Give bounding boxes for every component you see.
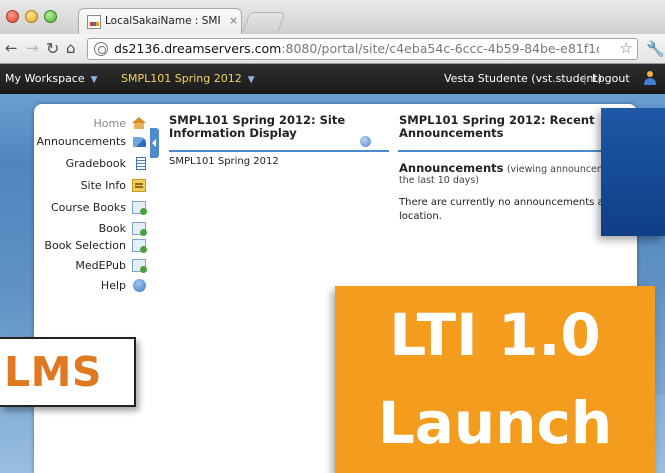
tool-item-medepub[interactable]: MedEPub (34, 258, 149, 276)
address-bar[interactable]: ds2136.dreamservers.com:8080/portal/site… (87, 38, 638, 60)
person-icon (644, 70, 656, 86)
tool-item-home[interactable]: Home (34, 116, 149, 134)
lms-label: LMS (4, 348, 102, 396)
lti-tool-icon (132, 239, 147, 253)
tool-item-help[interactable]: Help (34, 278, 149, 296)
browser-tab[interactable]: LocalSakaiName : SMPL101 S × (78, 8, 242, 35)
tool-item-announcements[interactable]: Announcements (34, 134, 149, 152)
tool-label: Course Books (50, 201, 126, 214)
announcements-heading-note-2: the last 10 days) (399, 175, 480, 186)
separator: | (583, 72, 587, 85)
new-tab-button[interactable] (242, 12, 286, 32)
home-icon (132, 117, 146, 129)
lti-launch-box: LTI 1.0 Launch (335, 286, 655, 473)
browser-toolbar: ← → ↻ ⌂ ds2136.dreamservers.com:8080/por… (0, 34, 665, 64)
home-icon[interactable]: ⌂ (66, 40, 76, 57)
blue-overlay-block (601, 108, 665, 236)
forward-icon[interactable]: → (26, 40, 39, 57)
chevron-down-icon: ▼ (90, 75, 98, 85)
lti-tool-icon (132, 201, 147, 215)
site-label: SMPL101 Spring 2012 (121, 72, 242, 85)
site-info-body: SMPL101 Spring 2012 (169, 156, 279, 167)
reload-icon[interactable]: ↻ (46, 40, 59, 57)
site-link[interactable]: SMPL101 Spring 2012 ▼ (121, 72, 255, 85)
tool-label: Announcements (36, 135, 126, 148)
announcements-heading: Announcements (viewing announcement (399, 161, 622, 175)
launch-label: Launch (377, 389, 613, 457)
user-name: Vesta Studente (vst.student) (444, 72, 602, 85)
my-workspace-link[interactable]: My Workspace ▼ (5, 72, 98, 85)
page-info-icon[interactable] (94, 42, 108, 56)
help-icon (133, 279, 146, 292)
browser-titlebar: LocalSakaiName : SMPL101 S × (0, 0, 665, 35)
wrench-icon[interactable]: 🔧 (646, 40, 665, 58)
lms-label-box: LMS (0, 337, 136, 407)
url-text[interactable]: ds2136.dreamservers.com:8080/portal/site… (114, 41, 599, 56)
tool-item-gradebook[interactable]: Gradebook (34, 156, 149, 174)
lti-label: LTI 1.0 (389, 301, 601, 369)
url-path: :8080/portal/site/c4eba54c-6ccc-4b59-84b… (281, 41, 599, 56)
chevron-down-icon: ▼ (247, 75, 255, 85)
tool-item-course-books[interactable]: Course Books (34, 200, 149, 218)
tab-close-icon[interactable]: × (229, 14, 238, 27)
announcements-portlet-title: SMPL101 Spring 2012: Recent Announcement… (399, 113, 595, 140)
divider (169, 150, 389, 152)
announcements-heading-label: Announcements (399, 161, 504, 175)
back-icon[interactable]: ← (5, 40, 18, 57)
sakai-top-bar: My Workspace ▼ SMPL101 Spring 2012 ▼ Vesta… (0, 64, 665, 94)
tool-label: Book Selection (44, 239, 126, 252)
tool-item-book[interactable]: Book (34, 221, 149, 239)
tool-label: Book (98, 222, 126, 235)
help-icon[interactable] (360, 136, 371, 147)
collapse-menu-button[interactable] (150, 128, 159, 158)
window-close-button[interactable] (6, 10, 19, 23)
tool-label: MedEPub (75, 259, 126, 272)
my-workspace-label: My Workspace (5, 72, 85, 85)
tool-label: Home (93, 117, 126, 130)
tool-item-site-info[interactable]: Site Info (34, 178, 149, 196)
logout-link[interactable]: Logout (592, 72, 630, 85)
lti-tool-icon (132, 259, 147, 273)
tab-title: LocalSakaiName : SMPL101 S (105, 15, 220, 27)
tool-label: Gradebook (65, 157, 126, 170)
star-icon[interactable]: ☆ (620, 39, 633, 57)
lti-tool-icon (132, 222, 147, 236)
sakai-favicon-icon (87, 15, 101, 29)
announcements-icon (133, 137, 146, 147)
tool-item-book-selection[interactable]: Book Selection (34, 238, 149, 256)
gradebook-icon (136, 157, 146, 170)
site-info-icon (132, 179, 146, 192)
window-maximize-button[interactable] (44, 10, 57, 23)
tool-label: Help (100, 279, 126, 292)
tool-label: Site Info (80, 179, 126, 192)
window-minimize-button[interactable] (25, 10, 38, 23)
url-host: ds2136.dreamservers.com (114, 41, 282, 56)
site-info-portlet-title: SMPL101 Spring 2012: Site Information Di… (169, 113, 346, 140)
